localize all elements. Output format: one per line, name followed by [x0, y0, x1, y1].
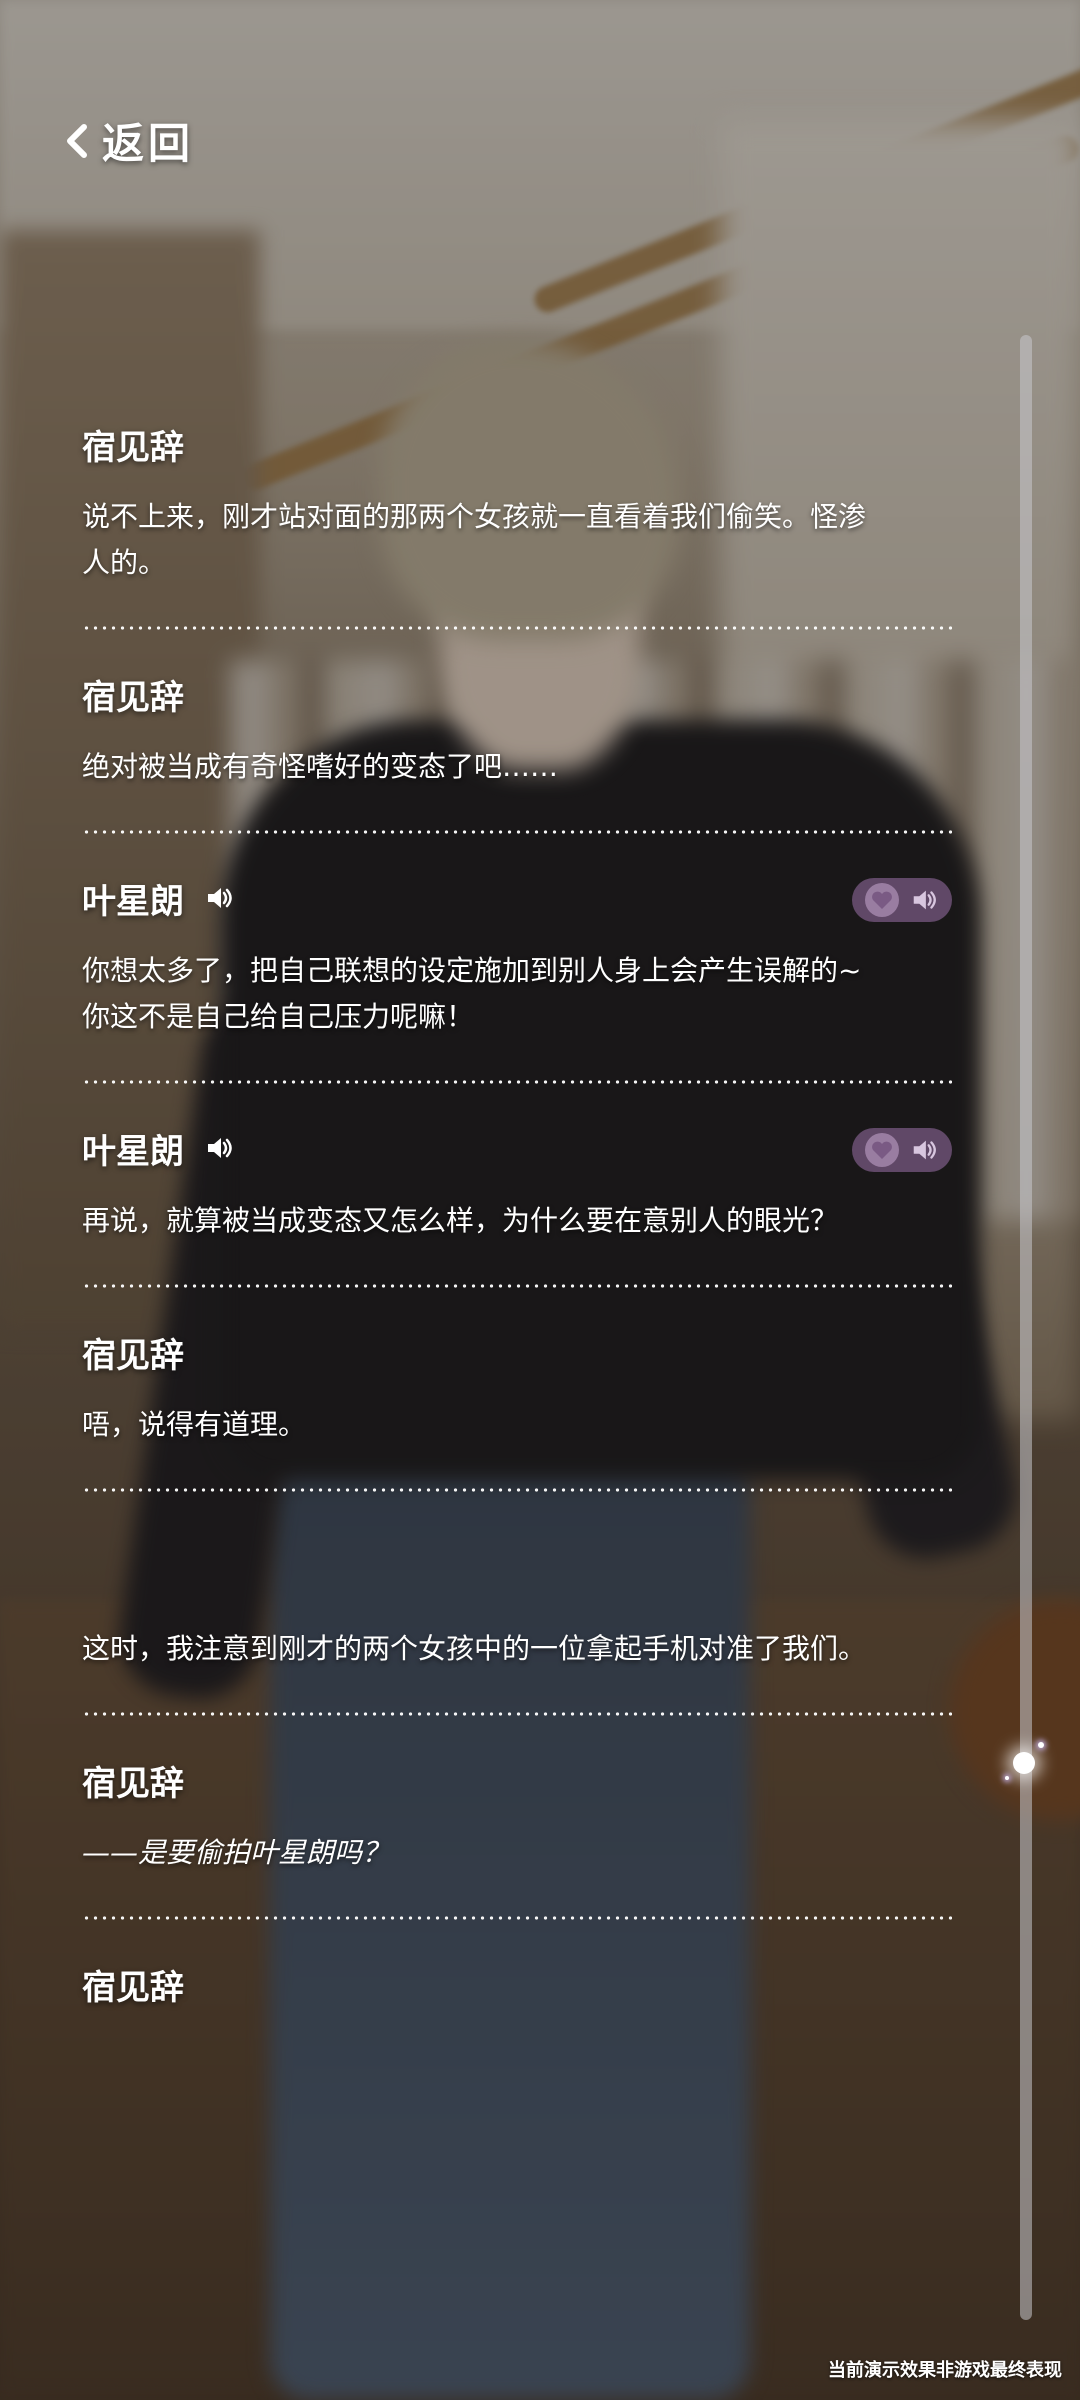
speaker-name: 宿见辞	[82, 427, 184, 468]
sparkle-icon	[1038, 1742, 1044, 1748]
dialogue-entry: 宿见辞	[82, 1920, 952, 2008]
voice-speaker-icon[interactable]	[204, 883, 234, 913]
replay-speaker-icon[interactable]	[909, 1136, 939, 1164]
speaker-name: 宿见辞	[82, 1967, 184, 2008]
dialogue-entry: 叶星朗 再说，就算被当成变态又怎么样，为什么要在意别人的眼光？	[82, 1084, 952, 1288]
narration-text: 这时，我注意到刚才的两个女孩中的一位拿起手机对准了我们。	[82, 1632, 867, 1665]
speaker-name: 宿见辞	[82, 1763, 184, 1804]
dialogue-text: 你想太多了，把自己联想的设定施加到别人身上会产生误解的~你这不是自己给自己压力呢…	[82, 954, 862, 1033]
speaker-name: 宿见辞	[82, 1335, 184, 1376]
dialogue-text: 唔，说得有道理。	[82, 1408, 307, 1441]
narration-entry: 这时，我注意到刚才的两个女孩中的一位拿起手机对准了我们。	[82, 1492, 952, 1716]
dialogue-entry: 叶星朗 你想太多了，把自己联想的设定施加到别人身上会产生误解的~你这不是自己给自…	[82, 834, 952, 1084]
voice-speaker-icon[interactable]	[204, 1133, 234, 1163]
dialogue-entry: 宿见辞 唔，说得有道理。	[82, 1288, 952, 1492]
back-button[interactable]: 返回	[62, 110, 194, 171]
dialogue-text: 再说，就算被当成变态又怎么样，为什么要在意别人的眼光？	[82, 1204, 839, 1237]
speaker-name: 叶星朗	[82, 1131, 184, 1172]
voice-replay-pill[interactable]	[852, 1128, 952, 1172]
dialogue-entry: 宿见辞 绝对被当成有奇怪嗜好的变态了吧……	[82, 630, 952, 834]
sparkle-icon	[1005, 1776, 1009, 1780]
heart-icon[interactable]	[865, 1133, 899, 1167]
scrollbar-track[interactable]	[1020, 335, 1032, 2320]
speaker-name: 宿见辞	[82, 677, 184, 718]
dialogue-text: ——是要偷拍叶星朗吗？	[82, 1836, 391, 1869]
dialogue-text: 绝对被当成有奇怪嗜好的变态了吧……	[82, 750, 559, 783]
dialogue-entry: 宿见辞 ——是要偷拍叶星朗吗？	[82, 1716, 952, 1920]
heart-icon[interactable]	[865, 883, 899, 917]
dialogue-entry: 宿见辞 说不上来，刚才站对面的那两个女孩就一直看着我们偷笑。怪渗人的。	[82, 380, 952, 630]
dialogue-text: 说不上来，刚才站对面的那两个女孩就一直看着我们偷笑。怪渗人的。	[82, 500, 867, 579]
speaker-name: 叶星朗	[82, 881, 184, 922]
scrollbar-thumb[interactable]	[1013, 1752, 1035, 1774]
dialogue-log[interactable]: 宿见辞 说不上来，刚才站对面的那两个女孩就一直看着我们偷笑。怪渗人的。 宿见辞 …	[82, 380, 952, 2034]
voice-replay-pill[interactable]	[852, 878, 952, 922]
back-label: 返回	[102, 119, 195, 168]
replay-speaker-icon[interactable]	[909, 886, 939, 914]
demo-disclaimer: 当前演示效果非游戏最终表现	[828, 2360, 1062, 2381]
chevron-left-icon	[67, 123, 87, 158]
